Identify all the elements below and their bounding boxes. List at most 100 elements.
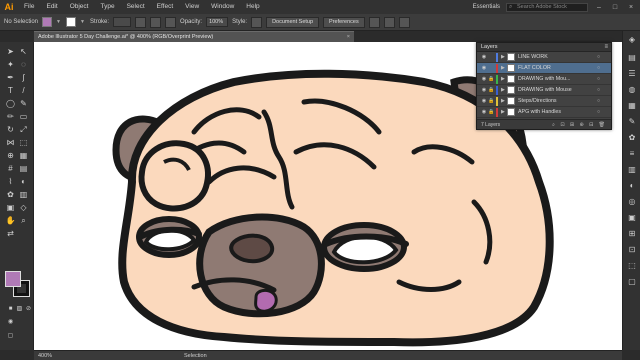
gradient-tool-icon[interactable]: ▤ [18, 163, 29, 174]
free-transform-icon[interactable]: ⬚ [18, 137, 29, 148]
fill-color[interactable] [5, 271, 21, 287]
menu-icon[interactable] [398, 16, 410, 28]
type-tool-icon[interactable]: T [5, 85, 16, 96]
color-panel-icon[interactable]: ◍ [627, 85, 637, 95]
menu-window[interactable]: Window [205, 0, 240, 14]
mesh-tool-icon[interactable]: # [5, 163, 16, 174]
target-icon[interactable]: ○ [597, 98, 605, 104]
swap-fill-stroke-icon[interactable]: ⇄ [5, 228, 16, 239]
transform-panel-icon[interactable]: ⬚ [627, 261, 637, 271]
menu-select[interactable]: Select [121, 0, 151, 14]
layer-row[interactable]: ◉ ▶ FLAT COLOR ○ [477, 63, 611, 74]
artboards-icon[interactable]: ▢ [627, 277, 637, 287]
stock-search-input[interactable]: ⌕ Search Adobe Stock [506, 2, 588, 12]
stroke-panel-icon[interactable]: ≡ [627, 149, 637, 159]
eye-icon[interactable]: ◉ [480, 98, 488, 104]
opacity-field[interactable]: 100% [206, 17, 229, 27]
perspective-grid-icon[interactable]: ▦ [18, 150, 29, 161]
gradient-panel-icon[interactable]: ▥ [627, 165, 637, 175]
target-icon[interactable]: ○ [597, 65, 605, 71]
layer-footer-icons[interactable]: ⌕ ⊡ ⊞ ⊕ ⊟ 🗑 [552, 120, 607, 130]
layer-row[interactable]: ◉ 🔒 ▶ DRAWING with Mouse ○ [477, 85, 611, 96]
paintbrush-icon[interactable]: ✎ [18, 98, 29, 109]
line-tool-icon[interactable]: / [18, 85, 29, 96]
menu-object[interactable]: Object [64, 0, 95, 14]
rotate-icon[interactable]: ↻ [5, 124, 16, 135]
ellipse-tool-icon[interactable]: ◯ [5, 98, 16, 109]
pencil-icon[interactable]: ✏ [5, 111, 16, 122]
width-tool-icon[interactable]: ⋈ [5, 137, 16, 148]
fill-stroke-widget[interactable] [5, 271, 31, 299]
graphic-style-swatch[interactable] [251, 16, 263, 28]
document-setup-button[interactable]: Document Setup [266, 16, 320, 28]
chevron-down-icon[interactable]: ▼ [80, 19, 86, 25]
swatches-icon[interactable]: ▦ [627, 101, 637, 111]
layer-row[interactable]: ◉ 🔒 ▶ Steps/Directions ○ [477, 96, 611, 107]
lock-icon[interactable]: 🔒 [488, 87, 496, 93]
eraser-icon[interactable]: ▭ [18, 111, 29, 122]
target-icon[interactable]: ○ [597, 87, 605, 93]
layer-row[interactable]: ◉ 🔒 ▶ APG with Handles ○ [477, 107, 611, 118]
eye-icon[interactable]: ◉ [480, 87, 488, 93]
artboard-tool-icon[interactable]: ▣ [5, 202, 16, 213]
none-mode-icon[interactable]: ⊘ [23, 304, 34, 315]
menu-file[interactable]: File [18, 0, 40, 14]
menu-view[interactable]: View [179, 0, 205, 14]
layers-panel-icon[interactable]: ◈ [627, 35, 637, 45]
preferences-button[interactable]: Preferences [323, 16, 365, 28]
stroke-swatch[interactable] [66, 17, 77, 27]
magic-wand-icon[interactable]: ✦ [5, 59, 16, 70]
lock-icon[interactable]: 🔒 [488, 76, 496, 82]
eye-icon[interactable]: ◉ [480, 76, 488, 82]
zoom-tool-icon[interactable]: ⌕ [18, 215, 29, 226]
brush-definition[interactable] [150, 16, 162, 28]
curvature-tool-icon[interactable]: ∫ [18, 72, 29, 83]
layer-row[interactable]: ◉ ▶ LINE WORK ○ [477, 52, 611, 63]
symbols-icon[interactable]: ✿ [627, 133, 637, 143]
variable-width-profile[interactable] [135, 16, 147, 28]
align-icon[interactable] [368, 16, 380, 28]
target-icon[interactable]: ○ [597, 76, 605, 82]
align-panel-icon[interactable]: ⊞ [627, 229, 637, 239]
brushes-icon[interactable]: ✎ [627, 117, 637, 127]
symbol-sprayer-icon[interactable]: ✿ [5, 189, 16, 200]
selection-tool-icon[interactable]: ➤ [5, 46, 16, 57]
eyedropper-icon[interactable]: ⌇ [5, 176, 16, 187]
slice-tool-icon[interactable]: ◇ [18, 202, 29, 213]
scale-icon[interactable]: ⤢ [18, 124, 29, 135]
document-tab[interactable]: Adobe Illustrator 5 Day Challenge.ai* @ … [34, 31, 354, 42]
close-window-button[interactable]: × [626, 4, 636, 11]
eye-icon[interactable]: ◉ [480, 65, 488, 71]
lasso-icon[interactable]: ◌ [18, 59, 29, 70]
graphic-styles-icon[interactable]: ▣ [627, 213, 637, 223]
target-icon[interactable]: ○ [597, 109, 605, 115]
menu-help[interactable]: Help [240, 0, 265, 14]
target-icon[interactable]: ○ [597, 54, 605, 60]
menu-edit[interactable]: Edit [40, 0, 63, 14]
minimize-button[interactable]: – [594, 4, 604, 11]
lock-icon[interactable]: 🔒 [488, 98, 496, 104]
direct-selection-tool-icon[interactable]: ↖ [18, 46, 29, 57]
blend-tool-icon[interactable]: ◐ [18, 176, 29, 187]
transform-icon[interactable] [383, 16, 395, 28]
appearance-icon[interactable]: ◎ [627, 197, 637, 207]
screen-mode-icon[interactable]: ▢ [5, 331, 16, 342]
pen-tool-icon[interactable]: ✒ [5, 72, 16, 83]
menu-type[interactable]: Type [94, 0, 120, 14]
graph-tool-icon[interactable]: ▥ [18, 189, 29, 200]
stroke-weight-field[interactable] [113, 17, 132, 27]
draw-mode-icon[interactable]: ◉ [5, 317, 16, 328]
transparency-icon[interactable]: ◐ [627, 181, 637, 191]
fill-swatch[interactable] [42, 17, 53, 27]
shape-builder-icon[interactable]: ⊕ [5, 150, 16, 161]
zoom-level[interactable]: 400% [38, 351, 68, 360]
properties-icon[interactable]: ▤ [627, 53, 637, 63]
panel-menu-icon[interactable]: ≡ [604, 43, 608, 52]
maximize-button[interactable]: □ [610, 4, 620, 11]
eye-icon[interactable]: ◉ [480, 54, 488, 60]
layer-row[interactable]: ◉ 🔒 ▶ DRAWING with Mou... ○ [477, 74, 611, 85]
workspace-switcher[interactable]: Essentials [473, 4, 500, 10]
layers-panel-header[interactable]: Layers ≡ [477, 43, 611, 52]
menu-effect[interactable]: Effect [151, 0, 180, 14]
hand-tool-icon[interactable]: ✋ [5, 215, 16, 226]
